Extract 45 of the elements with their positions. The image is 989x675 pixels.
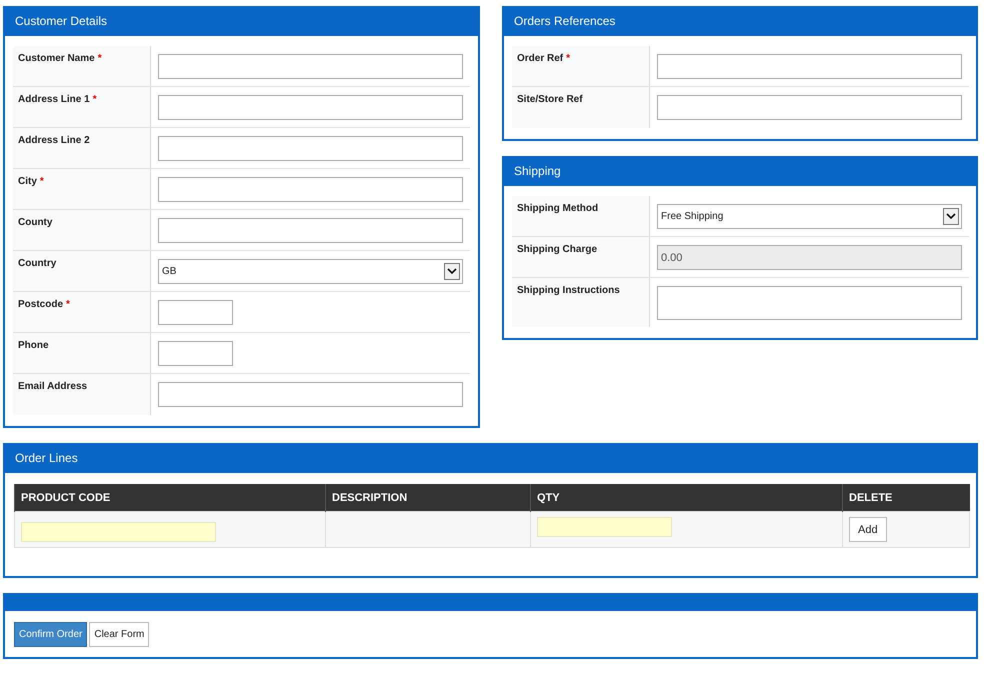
column-header: DESCRIPTION (326, 484, 530, 512)
textarea-field[interactable] (657, 286, 962, 320)
field-label: Customer Name (18, 53, 95, 64)
input-field[interactable] (158, 95, 463, 120)
select-field[interactable]: Free Shipping (657, 204, 962, 229)
select-field[interactable]: GB (158, 259, 463, 284)
panel-title: Shipping (504, 158, 976, 186)
field-label: County (18, 217, 52, 228)
column-header: PRODUCT CODE (14, 484, 326, 512)
required-mark: * (66, 299, 70, 310)
input-field[interactable] (158, 177, 463, 202)
input-field[interactable] (158, 136, 463, 161)
field-label: Phone (18, 340, 49, 351)
clear-button[interactable]: Clear Form (89, 622, 150, 647)
column-header: QTY (530, 484, 842, 512)
field-label: City (18, 176, 37, 187)
field-label: Country (18, 258, 56, 269)
chevron-down-icon (444, 263, 460, 280)
panel-title: Customer Details (5, 8, 478, 36)
field-label: Postcode (18, 299, 64, 310)
input-field[interactable] (657, 95, 962, 120)
field-label: Order Ref (517, 53, 564, 64)
input-field[interactable] (657, 54, 962, 79)
required-mark: * (98, 53, 102, 64)
field-label: Address Line 1 (18, 94, 90, 105)
field-label: Address Line 2 (18, 135, 90, 146)
field-label: Shipping Instructions (517, 285, 620, 296)
panel-title: Orders References (504, 8, 976, 36)
chevron-down-icon (943, 208, 959, 225)
field-label: Site/Store Ref (517, 94, 583, 105)
field-label: Email Address (18, 381, 88, 392)
required-mark: * (92, 94, 97, 105)
field-label: Shipping Method (517, 203, 598, 214)
input-field[interactable] (158, 54, 463, 79)
field-label: Shipping Charge (517, 244, 597, 255)
column-header: DELETE (842, 484, 970, 512)
input-field[interactable] (158, 218, 463, 243)
input-field[interactable] (158, 341, 233, 366)
panel-title: Order Lines (5, 445, 976, 473)
required-mark: * (40, 176, 44, 187)
confirm-button[interactable]: Confirm Order (14, 622, 88, 647)
input-field[interactable] (158, 382, 463, 407)
input-field[interactable] (158, 300, 233, 325)
add-button[interactable]: Add (849, 517, 887, 542)
required-mark: * (566, 53, 570, 64)
